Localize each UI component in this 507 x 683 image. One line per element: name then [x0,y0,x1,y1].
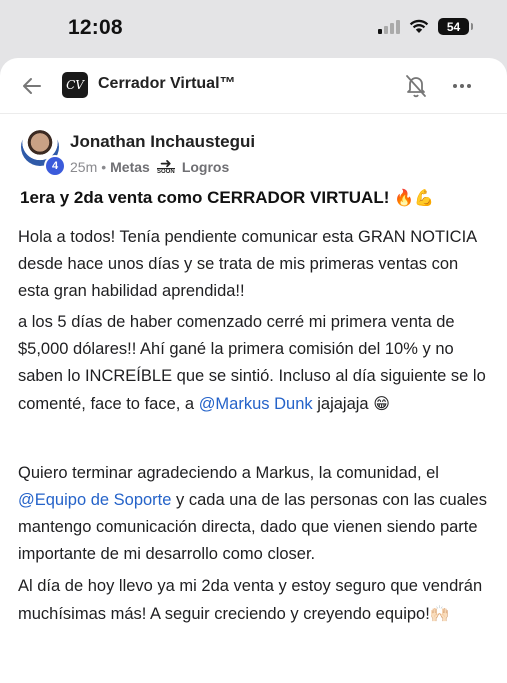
post-category[interactable]: Metas [110,159,150,175]
post-category-next[interactable]: Logros [182,159,229,175]
status-icons: 54 [378,18,473,35]
community-title[interactable]: Cerrador Virtual™ [98,75,236,93]
fire-muscle-emoji: 🔥💪 [394,188,434,207]
battery-icon: 54 [438,18,473,35]
post-paragraph-1: Hola a todos! Tenía pendiente comunicar … [18,228,477,300]
paragraph-3-text: Quiero terminar agradeciendo a Markus, l… [18,464,439,482]
raising-hands-emoji: 🙌🏻 [429,604,450,623]
cellular-signal-icon [378,19,400,34]
back-arrow-icon[interactable] [20,74,44,98]
level-badge: 4 [44,155,66,177]
soon-label: SOON [156,168,175,175]
post-time: 25m [70,159,98,175]
paragraph-2-end: jajajaja [312,395,369,413]
post-title-text: 1era y 2da venta como CERRADOR VIRTUAL! [20,188,390,207]
post-title: 1era y 2da venta como CERRADOR VIRTUAL! … [20,188,434,208]
post-paragraph-2: a los 5 días de haber comenzado cerré mi… [18,309,488,418]
app-header: CV Cerrador Virtual™ [0,58,507,114]
status-bar: 12:08 54 [0,0,507,58]
soon-arrow-icon: ➜ SOON [156,155,175,175]
meta-separator: • [101,159,107,175]
post-paragraph-4: Al día de hoy llevo ya mi 2da venta y es… [18,573,488,628]
paragraph-4-text: Al día de hoy llevo ya mi 2da venta y es… [18,577,483,623]
community-logo[interactable]: CV [62,72,88,98]
post-meta: 25m • Metas ➜ SOON Logros [70,155,229,176]
wifi-icon [409,19,429,33]
mention-markus-dunk[interactable]: @Markus Dunk [199,395,313,413]
bell-off-icon[interactable] [404,73,428,99]
more-options-icon[interactable] [450,74,474,98]
mention-equipo-de-soporte[interactable]: @Equipo de Soporte [18,491,171,509]
grin-emoji: 😁 [373,394,390,413]
author-name[interactable]: Jonathan Inchaustegui [70,132,255,152]
post-paragraph-3: Quiero terminar agradeciendo a Markus, l… [18,460,488,568]
post-card: CV Cerrador Virtual™ 4 Jonathan Inchaust… [0,58,507,683]
status-time: 12:08 [68,16,123,39]
